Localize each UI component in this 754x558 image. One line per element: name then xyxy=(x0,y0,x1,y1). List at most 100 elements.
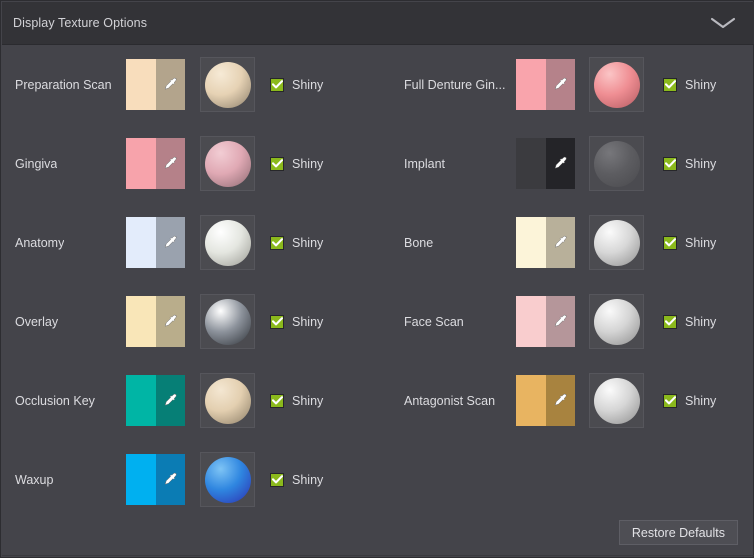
material-preview[interactable] xyxy=(200,57,255,112)
color-swatch-picker[interactable] xyxy=(155,296,185,347)
shiny-checkbox[interactable]: Shiny xyxy=(663,314,717,329)
color-swatch-base xyxy=(126,138,156,189)
material-preview[interactable] xyxy=(200,294,255,349)
shiny-checkbox[interactable]: Shiny xyxy=(663,77,716,92)
check-icon[interactable] xyxy=(663,77,677,92)
restore-defaults-button[interactable]: Restore Defaults xyxy=(618,520,738,545)
material-preview[interactable] xyxy=(589,215,644,270)
texture-row-label: Full Denture Gin... xyxy=(404,77,506,92)
color-swatch-base xyxy=(516,217,546,268)
color-swatch-picker[interactable] xyxy=(155,375,185,426)
check-icon[interactable] xyxy=(270,393,284,408)
shiny-checkbox-label: Shiny xyxy=(292,393,324,408)
color-swatch-picker[interactable] xyxy=(545,59,575,110)
shiny-checkbox-label: Shiny xyxy=(685,314,717,329)
check-icon[interactable] xyxy=(663,156,677,171)
material-preview[interactable] xyxy=(589,57,644,112)
color-swatch[interactable] xyxy=(516,59,575,110)
page-title: Display Texture Options xyxy=(13,16,148,30)
eyedropper-icon[interactable] xyxy=(552,234,569,251)
color-swatch-base xyxy=(126,454,156,505)
material-preview[interactable] xyxy=(200,136,255,191)
eyedropper-icon[interactable] xyxy=(162,392,179,409)
shiny-checkbox[interactable]: Shiny xyxy=(270,77,323,92)
texture-row: Anatomy Shiny xyxy=(2,203,378,282)
material-sphere xyxy=(204,298,251,345)
shiny-checkbox[interactable]: Shiny xyxy=(270,472,324,487)
texture-row-label: Waxup xyxy=(15,472,54,487)
shiny-checkbox[interactable]: Shiny xyxy=(663,393,716,408)
display-texture-options-panel: Display Texture Options Preparation Scan… xyxy=(0,0,754,558)
footer-divider xyxy=(2,555,754,556)
shiny-checkbox-label: Shiny xyxy=(292,472,324,487)
texture-row-label: Antagonist Scan xyxy=(404,393,496,408)
eyedropper-icon[interactable] xyxy=(552,313,569,330)
check-icon[interactable] xyxy=(270,156,284,171)
eyedropper-icon[interactable] xyxy=(162,76,179,93)
shiny-checkbox[interactable]: Shiny xyxy=(270,156,323,171)
color-swatch-picker[interactable] xyxy=(545,375,575,426)
eyedropper-icon[interactable] xyxy=(552,392,569,409)
color-swatch[interactable] xyxy=(126,138,185,189)
shiny-checkbox[interactable]: Shiny xyxy=(663,156,716,171)
material-sphere xyxy=(593,140,640,187)
color-swatch-picker[interactable] xyxy=(545,217,575,268)
color-swatch[interactable] xyxy=(516,138,575,189)
color-swatch-picker[interactable] xyxy=(545,296,575,347)
shiny-checkbox[interactable]: Shiny xyxy=(270,314,324,329)
check-icon[interactable] xyxy=(270,314,284,329)
color-swatch[interactable] xyxy=(126,296,185,347)
texture-row: Occlusion Key Shiny xyxy=(2,361,378,440)
texture-row: Implant Shiny xyxy=(378,124,754,203)
material-preview[interactable] xyxy=(589,136,644,191)
color-swatch[interactable] xyxy=(516,375,575,426)
shiny-checkbox-label: Shiny xyxy=(292,314,324,329)
eyedropper-icon[interactable] xyxy=(162,155,179,172)
color-swatch-base xyxy=(126,217,156,268)
check-icon[interactable] xyxy=(663,235,677,250)
color-swatch[interactable] xyxy=(516,217,575,268)
color-swatch-base xyxy=(516,375,546,426)
color-swatch-base xyxy=(126,375,156,426)
check-icon[interactable] xyxy=(270,235,284,250)
shiny-checkbox[interactable]: Shiny xyxy=(663,235,716,250)
material-sphere xyxy=(593,219,640,266)
material-preview[interactable] xyxy=(200,215,255,270)
color-swatch-base xyxy=(126,59,156,110)
check-icon[interactable] xyxy=(270,77,284,92)
shiny-checkbox[interactable]: Shiny xyxy=(270,235,323,250)
texture-row-label: Gingiva xyxy=(15,156,58,171)
color-swatch-picker[interactable] xyxy=(545,138,575,189)
chevron-down-icon[interactable] xyxy=(706,12,740,34)
material-preview[interactable] xyxy=(200,373,255,428)
texture-row-label: Face Scan xyxy=(404,314,464,329)
check-icon[interactable] xyxy=(270,472,284,487)
color-swatch-picker[interactable] xyxy=(155,217,185,268)
color-swatch-base xyxy=(516,138,546,189)
check-icon[interactable] xyxy=(663,393,677,408)
color-swatch[interactable] xyxy=(126,217,185,268)
color-swatch[interactable] xyxy=(126,59,185,110)
eyedropper-icon[interactable] xyxy=(162,313,179,330)
eyedropper-icon[interactable] xyxy=(552,76,569,93)
color-swatch[interactable] xyxy=(126,375,185,426)
material-sphere xyxy=(593,298,640,345)
eyedropper-icon[interactable] xyxy=(162,234,179,251)
color-swatch[interactable] xyxy=(126,454,185,505)
texture-row-label: Occlusion Key xyxy=(15,393,95,408)
check-icon[interactable] xyxy=(663,314,677,329)
texture-rows-area: Preparation Scan Shiny Gingiva Shiny Anatomy… xyxy=(2,45,754,515)
material-preview[interactable] xyxy=(589,294,644,349)
color-swatch-picker[interactable] xyxy=(155,454,185,505)
color-swatch[interactable] xyxy=(516,296,575,347)
material-sphere xyxy=(593,377,640,424)
texture-row: Preparation Scan Shiny xyxy=(2,45,378,124)
material-sphere xyxy=(593,61,640,108)
color-swatch-picker[interactable] xyxy=(155,59,185,110)
material-preview[interactable] xyxy=(200,452,255,507)
shiny-checkbox[interactable]: Shiny xyxy=(270,393,324,408)
eyedropper-icon[interactable] xyxy=(552,155,569,172)
eyedropper-icon[interactable] xyxy=(162,471,179,488)
color-swatch-picker[interactable] xyxy=(155,138,185,189)
material-preview[interactable] xyxy=(589,373,644,428)
